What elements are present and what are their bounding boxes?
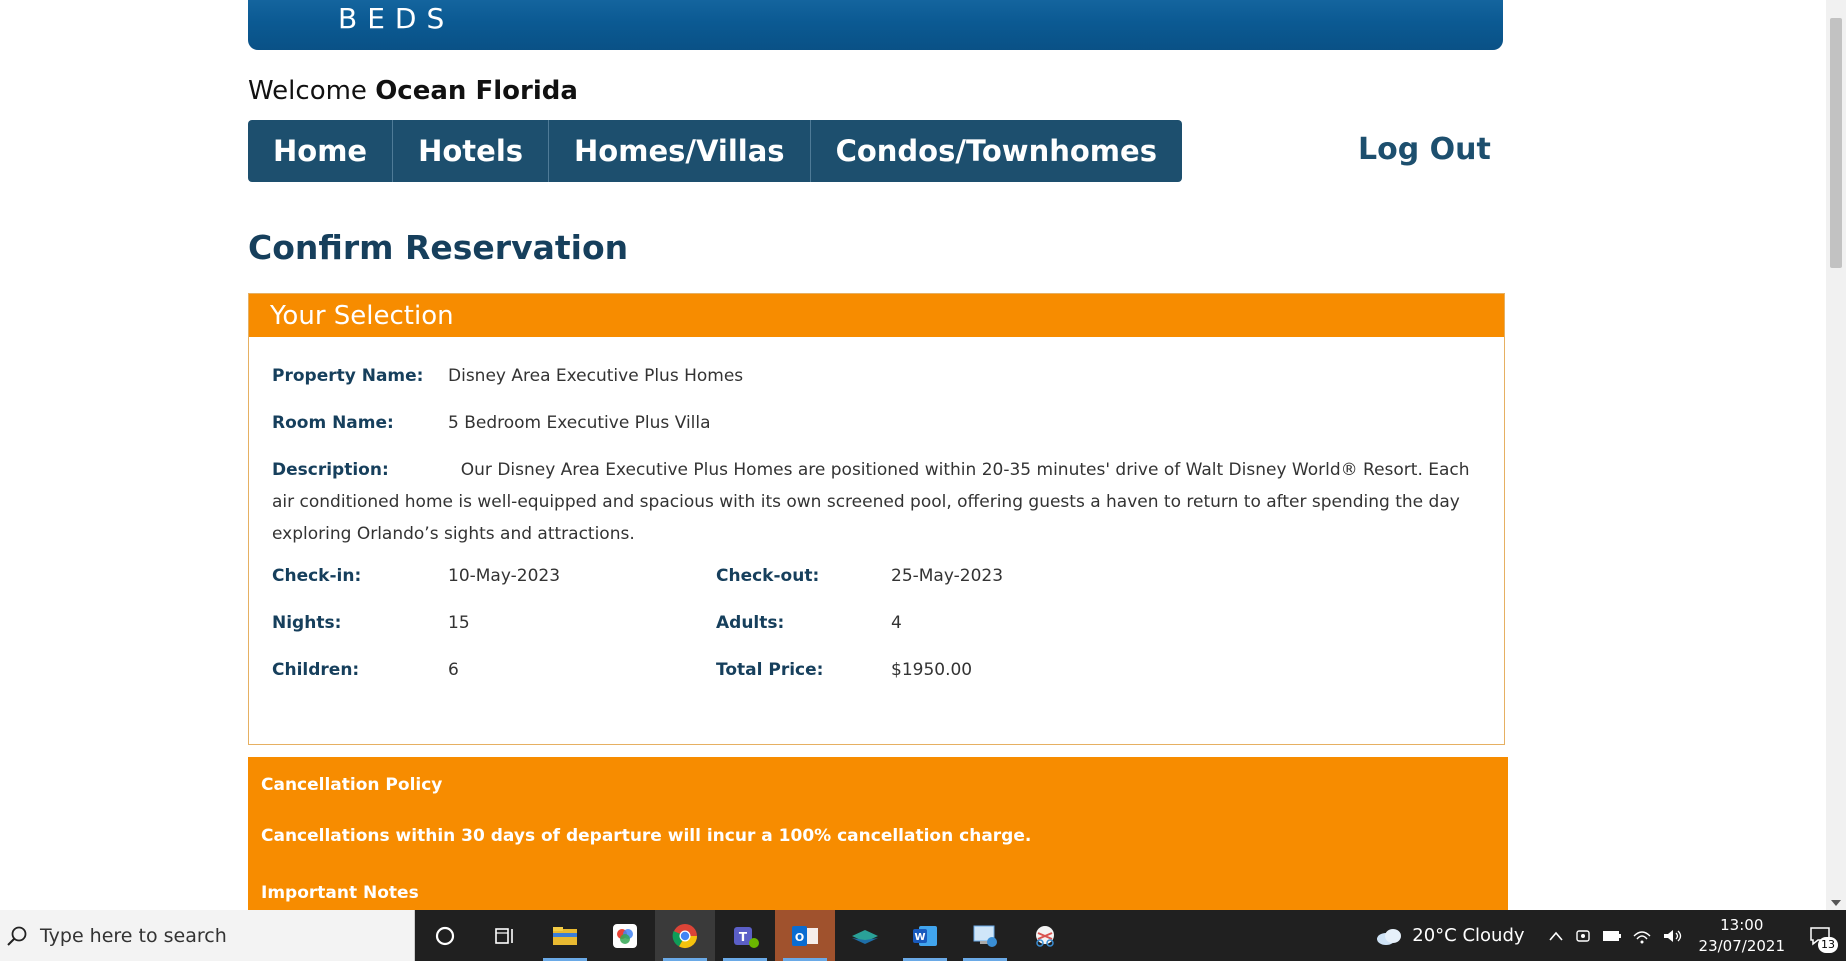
clock-time: 13:00 <box>1720 915 1764 934</box>
logout-link[interactable]: Log Out <box>1358 132 1491 167</box>
checkin-value: 10-May-2023 <box>448 566 561 586</box>
task-view-icon[interactable] <box>475 910 535 961</box>
browser-viewport: BEDS g y Welcome Ocean Florida Home Hote… <box>0 0 1846 910</box>
svg-text:O: O <box>795 931 804 944</box>
description-label: Description: <box>272 460 389 480</box>
description-block: Description: Our Disney Area Executive Pl… <box>272 454 1472 550</box>
children-value: 6 <box>448 660 459 680</box>
children-label: Children: <box>272 660 360 680</box>
teams-icon[interactable]: T <box>715 910 775 961</box>
nights-label: Nights: <box>272 613 342 633</box>
selection-panel: Your Selection Property Name: Disney Are… <box>248 293 1505 745</box>
nights-value: 15 <box>448 613 470 633</box>
system-tray: 20°C Cloudy 13:00 23/07/2021 13 <box>1374 910 1846 961</box>
file-explorer-icon[interactable] <box>535 910 595 961</box>
volume-icon[interactable] <box>1662 928 1684 944</box>
notification-center-icon[interactable]: 13 <box>1808 925 1838 953</box>
page-title: Confirm Reservation <box>248 228 629 267</box>
checkout-label: Check-out: <box>716 566 820 586</box>
battery-icon[interactable] <box>1602 929 1622 943</box>
property-name-value: Disney Area Executive Plus Homes <box>448 366 744 386</box>
checkout-value: 25-May-2023 <box>891 566 1004 586</box>
policy-panel: Cancellation Policy Cancellations within… <box>248 757 1508 910</box>
taskbar-search-placeholder: Type here to search <box>40 924 227 947</box>
room-name-value: 5 Bedroom Executive Plus Villa <box>448 413 711 433</box>
welcome-user-name: Ocean Florida <box>375 76 578 106</box>
cortana-icon[interactable] <box>415 910 475 961</box>
header-partial-text: g y <box>1225 0 1405 6</box>
cancellation-policy-text: Cancellations within 30 days of departur… <box>261 826 1032 846</box>
nav-condos-townhomes[interactable]: Condos/Townhomes <box>811 120 1182 182</box>
chrome-icon[interactable] <box>655 910 715 961</box>
scroll-down-arrow-icon[interactable] <box>1831 900 1841 906</box>
word-icon[interactable]: W <box>895 910 955 961</box>
page-scrollbar[interactable] <box>1826 0 1846 910</box>
svg-text:T: T <box>739 930 748 944</box>
search-icon <box>7 926 27 946</box>
chevron-up-icon[interactable] <box>1548 930 1564 942</box>
wifi-icon[interactable] <box>1632 928 1652 944</box>
adults-value: 4 <box>891 613 902 633</box>
clock-date: 23/07/2021 <box>1698 936 1785 955</box>
selection-panel-heading: Your Selection <box>249 294 1504 337</box>
snipping-tool-icon[interactable] <box>1015 910 1075 961</box>
site-logo[interactable]: BEDS <box>338 2 454 35</box>
important-notes-heading: Important Notes <box>261 883 419 903</box>
outlook-icon[interactable]: O <box>775 910 835 961</box>
nav-hotels[interactable]: Hotels <box>393 120 550 182</box>
nav-home[interactable]: Home <box>248 120 394 182</box>
cancellation-policy-heading: Cancellation Policy <box>261 775 443 795</box>
welcome-prefix: Welcome <box>248 76 367 106</box>
main-nav: Home Hotels Homes/Villas Condos/Townhome… <box>248 120 1182 182</box>
taskbar-clock[interactable]: 13:00 23/07/2021 <box>1699 915 1785 957</box>
notification-count-badge: 13 <box>1818 936 1838 953</box>
room-name-label: Room Name: <box>272 413 394 433</box>
description-value: Our Disney Area Executive Plus Homes are… <box>272 460 1470 544</box>
taskbar-search-box[interactable]: Type here to search <box>0 910 415 961</box>
remote-desktop-icon[interactable] <box>955 910 1015 961</box>
total-price-label: Total Price: <box>716 660 824 680</box>
welcome-message: Welcome Ocean Florida <box>248 76 578 106</box>
checkin-label: Check-in: <box>272 566 362 586</box>
total-price-value: $1950.00 <box>891 660 973 680</box>
property-name-label: Property Name: <box>272 366 424 386</box>
cloud-icon <box>1377 928 1402 945</box>
scrollbar-thumb[interactable] <box>1830 18 1842 268</box>
adults-label: Adults: <box>716 613 785 633</box>
nav-homes-villas[interactable]: Homes/Villas <box>549 120 811 182</box>
windows-taskbar: Type here to search T O W 20°C Cloudy 13… <box>0 910 1846 961</box>
header-banner: BEDS g y <box>248 0 1503 50</box>
weather-widget[interactable]: 20°C Cloudy <box>1374 925 1525 947</box>
svg-text:W: W <box>914 932 925 943</box>
photos-app-icon[interactable] <box>595 910 655 961</box>
meet-now-icon[interactable] <box>1574 927 1592 945</box>
weather-text: 20°C Cloudy <box>1412 925 1525 946</box>
app-layers-icon[interactable] <box>835 910 895 961</box>
